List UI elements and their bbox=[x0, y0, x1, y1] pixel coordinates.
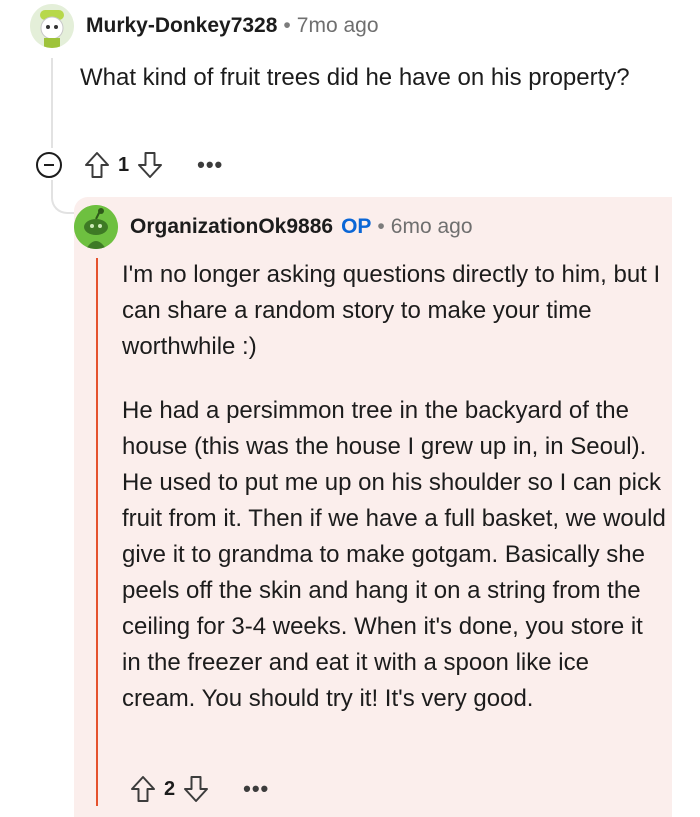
comment-body: I'm no longer asking questions directly … bbox=[122, 257, 667, 745]
comment-paragraph: He had a persimmon tree in the backyard … bbox=[122, 397, 666, 712]
thread-line[interactable] bbox=[51, 58, 53, 148]
vote-controls: 1 bbox=[84, 151, 163, 179]
user-avatar[interactable] bbox=[74, 205, 118, 249]
vote-controls: 2 bbox=[130, 775, 209, 803]
snoo-avatar-icon bbox=[30, 4, 74, 48]
vote-score: 2 bbox=[164, 777, 176, 800]
upvote-icon[interactable] bbox=[84, 151, 110, 179]
comment-meta: Murky-Donkey7328 • 7mo ago bbox=[86, 12, 379, 40]
collapse-thread-button[interactable] bbox=[36, 152, 62, 178]
user-avatar[interactable] bbox=[30, 4, 74, 48]
separator: • bbox=[283, 14, 291, 37]
more-options-button[interactable]: ••• bbox=[197, 152, 223, 178]
separator: • bbox=[377, 215, 385, 238]
upvote-icon[interactable] bbox=[130, 775, 156, 803]
vote-score: 1 bbox=[118, 153, 130, 176]
thread-line[interactable] bbox=[96, 258, 98, 806]
comment-meta: OrganizationOk9886 OP • 6mo ago bbox=[130, 213, 473, 241]
op-badge: OP bbox=[341, 215, 372, 238]
comment-body: What kind of fruit trees did he have on … bbox=[80, 64, 630, 91]
downvote-icon[interactable] bbox=[183, 775, 209, 803]
more-options-button[interactable]: ••• bbox=[243, 776, 269, 802]
comment-paragraph: I'm no longer asking questions directly … bbox=[122, 261, 661, 360]
timestamp[interactable]: 7mo ago bbox=[297, 14, 379, 37]
username[interactable]: OrganizationOk9886 bbox=[130, 215, 333, 238]
timestamp[interactable]: 6mo ago bbox=[391, 215, 473, 238]
comment-actions: 1 ••• bbox=[36, 150, 223, 180]
snoo-avatar-icon bbox=[74, 205, 118, 249]
downvote-icon[interactable] bbox=[137, 151, 163, 179]
username[interactable]: Murky-Donkey7328 bbox=[86, 14, 277, 37]
comment-actions: 2 ••• bbox=[130, 774, 269, 804]
